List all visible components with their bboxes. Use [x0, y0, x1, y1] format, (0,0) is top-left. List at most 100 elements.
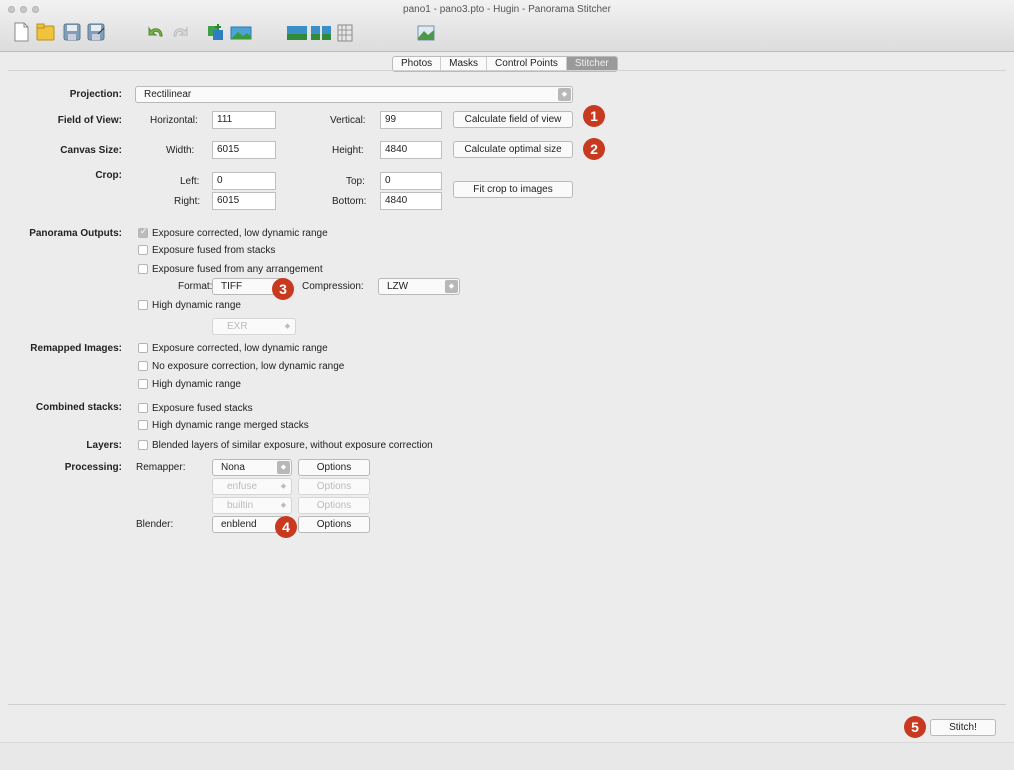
hdr-merger-value: builtin	[227, 500, 254, 511]
crop-bottom-label: Bottom:	[332, 196, 367, 207]
remapper-label: Remapper:	[136, 462, 186, 473]
callout-marker-2: 2	[583, 138, 605, 160]
vertical-label: Vertical:	[330, 115, 366, 126]
output-fused-any-checkbox[interactable]	[138, 264, 148, 274]
compression-select[interactable]: LZW ◆	[378, 278, 460, 295]
open-folder-icon[interactable]	[36, 22, 56, 42]
undo-icon[interactable]	[146, 22, 166, 42]
fuser-options-button[interactable]: Options	[298, 478, 370, 495]
status-bar	[0, 742, 1014, 770]
hdr-format-select[interactable]: EXR ◆	[212, 318, 296, 335]
window-title: pano1 - pano3.pto - Hugin - Panorama Sti…	[403, 4, 611, 15]
callout-marker-3: 3	[272, 278, 294, 300]
format-value: TIFF	[221, 281, 243, 292]
redo-icon[interactable]	[170, 22, 190, 42]
remapped-no-correction-label: No exposure correction, low dynamic rang…	[152, 361, 345, 372]
remapped-exposure-corrected-checkbox[interactable]	[138, 343, 148, 353]
bottom-separator	[8, 704, 1006, 705]
height-label: Height:	[332, 145, 364, 156]
chevron-updown-icon: ◆	[284, 323, 291, 330]
save-as-icon[interactable]	[86, 22, 106, 42]
images-grid-icon[interactable]	[310, 22, 332, 42]
save-icon[interactable]	[62, 22, 82, 42]
callout-marker-1: 1	[583, 105, 605, 127]
compression-label: Compression:	[302, 281, 364, 292]
tab-stitcher[interactable]: Stitcher	[566, 57, 617, 71]
remapper-value: Nona	[221, 462, 245, 473]
remapper-options-button[interactable]: Options	[298, 459, 370, 476]
output-exposure-corrected-ldr-checkbox[interactable]	[138, 226, 148, 238]
combined-hdr-merged-checkbox[interactable]	[138, 420, 148, 430]
remapped-exposure-corrected-label: Exposure corrected, low dynamic range	[152, 343, 328, 354]
remapped-images-label: Remapped Images:	[30, 343, 122, 354]
calculate-fov-button[interactable]: Calculate field of view	[453, 111, 573, 128]
fuser-select[interactable]: enfuse ◆	[212, 478, 292, 495]
hdr-merger-options-button[interactable]: Options	[298, 497, 370, 514]
output-hdr-checkbox[interactable]	[138, 300, 148, 310]
horizontal-label: Horizontal:	[150, 115, 198, 126]
output-exposure-corrected-ldr-label: Exposure corrected, low dynamic range	[152, 228, 328, 239]
blender-select[interactable]: enblend	[212, 516, 284, 533]
chevron-updown-icon: ◆	[280, 483, 287, 490]
fit-crop-to-images-button[interactable]: Fit crop to images	[453, 181, 573, 198]
field-of-view-label: Field of View:	[57, 115, 122, 126]
preview-icon[interactable]	[416, 22, 436, 42]
fast-preview-icon[interactable]	[230, 22, 252, 42]
width-label: Width:	[166, 145, 195, 156]
chevron-updown-icon: ◆	[280, 502, 287, 509]
canvas-width-field[interactable]: 6015	[212, 141, 276, 159]
crop-left-field[interactable]: 0	[212, 172, 276, 190]
blender-value: enblend	[221, 519, 257, 530]
output-hdr-label: High dynamic range	[152, 300, 241, 311]
calculate-optimal-size-button[interactable]: Calculate optimal size	[453, 141, 573, 158]
crop-left-label: Left:	[180, 176, 200, 187]
combined-fused-stacks-checkbox[interactable]	[138, 403, 148, 413]
remapped-hdr-label: High dynamic range	[152, 379, 241, 390]
crop-right-label: Right:	[174, 196, 201, 207]
output-fused-any-label: Exposure fused from any arrangement	[152, 264, 323, 275]
hdr-format-value: EXR	[227, 321, 248, 332]
output-fused-stacks-label: Exposure fused from stacks	[152, 245, 276, 256]
processing-label: Processing:	[64, 462, 122, 473]
layers-label: Layers:	[86, 440, 122, 451]
vertical-fov-field[interactable]: 99	[380, 111, 442, 129]
projection-select[interactable]: Rectilinear ◆	[135, 86, 573, 103]
hdr-merger-select[interactable]: builtin ◆	[212, 497, 292, 514]
callout-marker-4: 4	[275, 516, 297, 538]
tab-control-points[interactable]: Control Points	[487, 57, 567, 71]
combined-stacks-label: Combined stacks:	[35, 402, 122, 413]
format-label: Format:	[178, 281, 213, 292]
combined-fused-stacks-label: Exposure fused stacks	[152, 403, 253, 414]
layers-blended-label: Blended layers of similar exposure, with…	[152, 440, 433, 451]
layout-icon[interactable]	[336, 22, 354, 42]
horizontal-fov-field[interactable]: 111	[212, 111, 276, 129]
tab-photos[interactable]: Photos	[393, 57, 442, 71]
blender-options-button[interactable]: Options	[298, 516, 370, 533]
panorama-outputs-label: Panorama Outputs:	[29, 228, 122, 239]
blender-label: Blender:	[136, 519, 174, 530]
remapper-select[interactable]: Nona ◆	[212, 459, 292, 476]
projection-label: Projection:	[69, 89, 122, 100]
new-document-icon[interactable]	[12, 22, 30, 42]
chevron-updown-icon: ◆	[277, 461, 290, 474]
crop-right-field[interactable]: 6015	[212, 192, 276, 210]
align-icon[interactable]	[286, 22, 308, 42]
canvas-size-label: Canvas Size:	[60, 145, 122, 156]
title-bar: pano1 - pano3.pto - Hugin - Panorama Sti…	[0, 0, 1014, 52]
remapped-no-correction-checkbox[interactable]	[138, 361, 148, 371]
crop-bottom-field[interactable]: 4840	[380, 192, 442, 210]
output-fused-stacks-checkbox[interactable]	[138, 245, 148, 255]
crop-top-field[interactable]: 0	[380, 172, 442, 190]
compression-value: LZW	[387, 281, 409, 292]
crop-label: Crop:	[95, 170, 122, 181]
stitch-button[interactable]: Stitch!	[930, 719, 996, 736]
tab-masks[interactable]: Masks	[441, 57, 488, 71]
callout-marker-5: 5	[904, 716, 926, 738]
add-images-icon[interactable]	[206, 22, 226, 42]
fuser-value: enfuse	[227, 481, 258, 492]
chevron-updown-icon: ◆	[558, 88, 571, 101]
layers-blended-checkbox[interactable]	[138, 440, 148, 450]
canvas-height-field[interactable]: 4840	[380, 141, 442, 159]
combined-hdr-merged-label: High dynamic range merged stacks	[152, 420, 309, 431]
remapped-hdr-checkbox[interactable]	[138, 379, 148, 389]
